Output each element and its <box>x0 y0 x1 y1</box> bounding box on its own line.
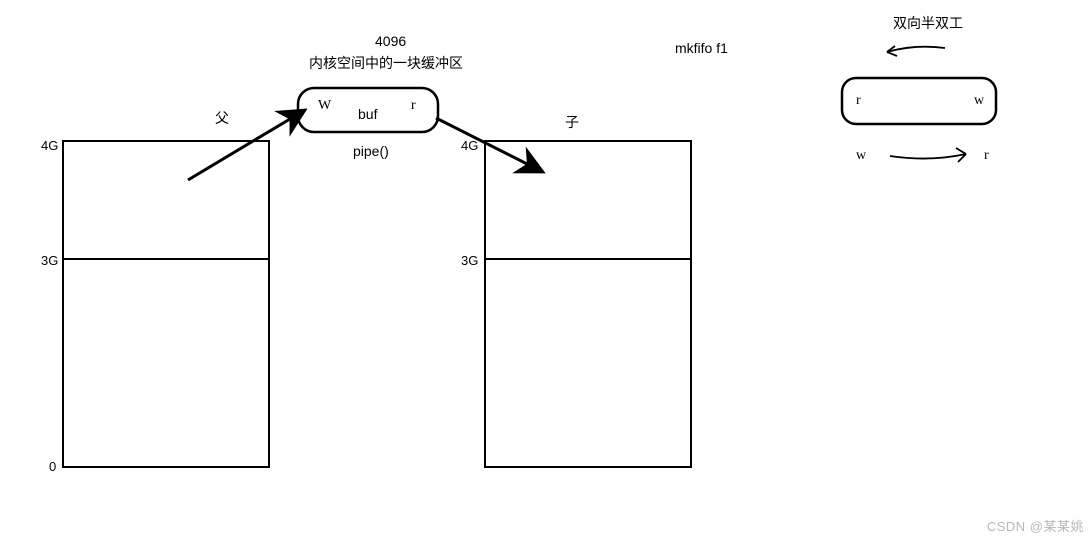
arrow-buf-to-child <box>428 110 568 190</box>
duplex-r2-label: r <box>984 148 989 164</box>
duplex-arrow-right <box>884 144 978 170</box>
buffer-size-label: 4096 <box>375 33 406 49</box>
arrow-parent-to-buf <box>180 95 330 190</box>
duplex-title: 双向半双工 <box>893 13 963 33</box>
mkfifo-label: mkfifo f1 <box>675 40 728 56</box>
pipe-func-label: pipe() <box>353 143 389 159</box>
duplex-r-label: r <box>856 93 861 109</box>
right-mark-3g: 3G <box>461 253 478 268</box>
left-mark-0: 0 <box>49 459 56 474</box>
duplex-arrow-left <box>875 38 955 68</box>
buffer-read-symbol: r <box>411 98 416 114</box>
duplex-w2-label: w <box>856 148 866 164</box>
buffer-desc-label: 内核空间中的一块缓冲区 <box>309 53 463 73</box>
duplex-w-label: w <box>974 93 984 109</box>
left-mark-3g: 3G <box>41 253 58 268</box>
watermark: CSDN @某某姚 <box>987 516 1084 535</box>
buffer-label: buf <box>358 106 377 122</box>
left-mark-4g: 4G <box>41 138 58 153</box>
